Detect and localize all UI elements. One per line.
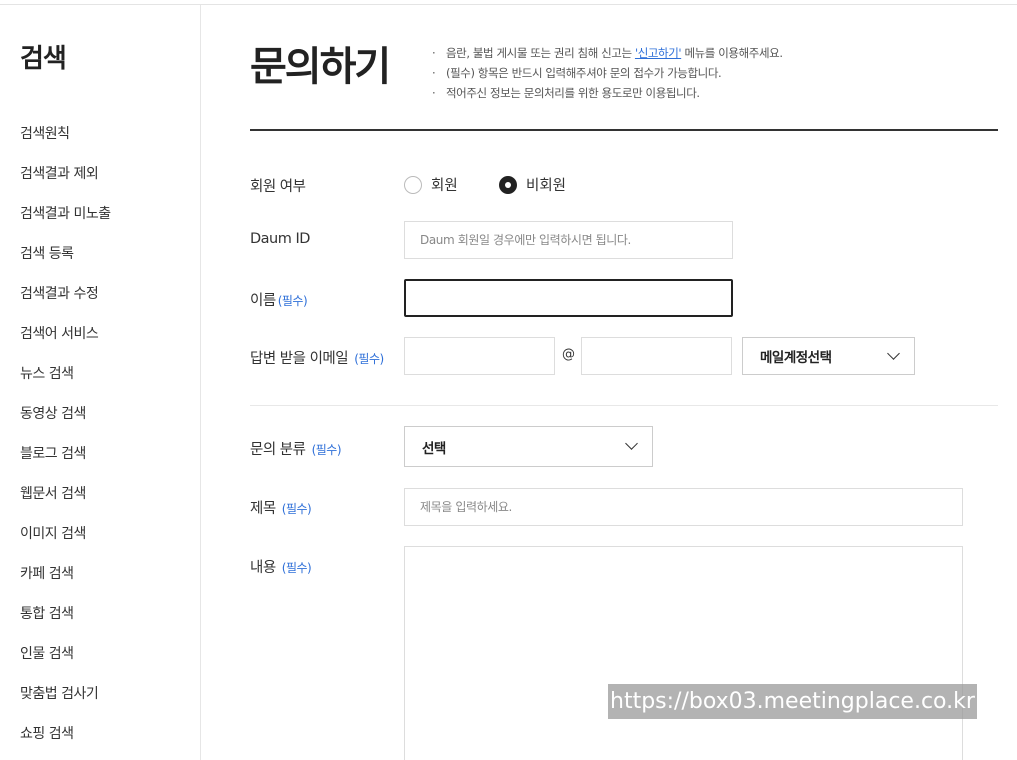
radio-circle-non-member[interactable] (499, 175, 517, 194)
notice-text: (필수) 항목은 반드시 입력해주셔야 문의 접수가 가능합니다. (446, 66, 722, 80)
sidebar-item[interactable]: 검색어 서비스 (20, 319, 111, 359)
category-select[interactable]: 선택 (404, 426, 653, 467)
notice-item: · (필수) 항목은 반드시 입력해주셔야 문의 접수가 가능합니다. (432, 66, 722, 80)
sidebar-item[interactable]: 검색 등록 (20, 239, 111, 279)
required-tag: (필수) (281, 502, 312, 516)
content-label-text: 내용 (250, 560, 276, 576)
email-local-input[interactable] (404, 337, 555, 375)
chevron-down-icon (625, 437, 638, 450)
sidebar-item[interactable]: 이미지 검색 (20, 519, 111, 559)
name-label: 이름 (필수) (250, 289, 308, 310)
required-tag: (필수) (277, 294, 308, 308)
notice-text: 메뉴를 이용해주세요. (681, 46, 783, 60)
notice-item: · 음란, 불법 게시물 또는 권리 침해 신고는 '신고하기' 메뉴를 이용해주… (432, 46, 783, 60)
category-label-text: 문의 분류 (250, 442, 306, 458)
notice-item: · 적어주신 정보는 문의처리를 위한 용도로만 이용됩니다. (432, 86, 700, 100)
email-domain-select-value: 메일계정선택 (760, 350, 832, 366)
notice-text: 적어주신 정보는 문의처리를 위한 용도로만 이용됩니다. (446, 86, 700, 100)
required-tag: (필수) (354, 352, 384, 366)
at-sign: @ (562, 347, 575, 362)
content-label: 내용 (필수) (250, 556, 312, 577)
report-link[interactable]: '신고하기' (635, 46, 682, 60)
email-domain-input[interactable] (581, 337, 732, 375)
daum-id-label: Daum ID (250, 231, 310, 247)
sidebar-item[interactable]: 쇼핑 검색 (20, 719, 111, 759)
email-domain-select[interactable]: 메일계정선택 (742, 337, 915, 375)
notice-text: 음란, 불법 게시물 또는 권리 침해 신고는 (446, 46, 635, 60)
subject-input[interactable] (404, 488, 963, 526)
required-tag: (필수) (281, 561, 312, 575)
section-divider (250, 405, 998, 406)
sidebar-item[interactable]: 맞춤법 검사기 (20, 679, 111, 719)
sidebar-item[interactable]: 동영상 검색 (20, 399, 111, 439)
sidebar-item[interactable]: 블로그 검색 (20, 439, 111, 479)
name-input[interactable] (404, 279, 733, 317)
subject-label: 제목 (필수) (250, 497, 312, 518)
sidebar-item[interactable]: 뉴스 검색 (20, 359, 111, 399)
sidebar-item[interactable]: 검색결과 수정 (20, 279, 111, 319)
header-divider (250, 129, 998, 131)
category-label: 문의 분류 (필수) (250, 438, 342, 459)
required-tag: (필수) (311, 443, 342, 457)
radio-non-member[interactable]: 비회원 (499, 174, 566, 195)
sidebar-title: 검색 (20, 44, 67, 74)
member-label: 회원 여부 (250, 175, 306, 196)
email-label: 답변 받을 이메일 (필수) (250, 347, 384, 368)
url-watermark: https://box03.meetingplace.co.kr (608, 684, 977, 719)
email-label-text: 답변 받을 이메일 (250, 351, 349, 367)
radio-circle-member[interactable] (404, 175, 422, 194)
sidebar-item[interactable]: 통합 검색 (20, 599, 111, 639)
chevron-down-icon (887, 346, 900, 360)
radio-member[interactable]: 회원 (404, 174, 458, 195)
daum-id-label-text: Daum ID (250, 231, 310, 247)
page-title: 문의하기 (250, 44, 391, 90)
notice-list: · 음란, 불법 게시물 또는 권리 침해 신고는 '신고하기' 메뉴를 이용해주… (432, 44, 783, 104)
sidebar-item[interactable]: 카페 검색 (20, 559, 111, 599)
sidebar-item[interactable]: 검색원칙 (20, 119, 111, 159)
sidebar-item[interactable]: 검색결과 제외 (20, 159, 111, 199)
radio-non-member-label: 비회원 (526, 178, 567, 194)
category-select-value: 선택 (422, 440, 446, 457)
content-textarea[interactable] (404, 546, 963, 760)
sidebar-menu: 검색원칙 검색결과 제외 검색결과 미노출 검색 등록 검색결과 수정 검색어 … (20, 119, 111, 759)
radio-member-label: 회원 (431, 178, 458, 194)
sidebar-item[interactable]: 웹문서 검색 (20, 479, 111, 519)
sidebar: 검색 검색원칙 검색결과 제외 검색결과 미노출 검색 등록 검색결과 수정 검… (0, 5, 201, 760)
sidebar-item[interactable]: 검색결과 미노출 (20, 199, 111, 239)
name-label-text: 이름 (250, 293, 276, 309)
daum-id-input[interactable] (404, 221, 733, 259)
sidebar-item[interactable]: 인물 검색 (20, 639, 111, 679)
subject-label-text: 제목 (250, 501, 276, 517)
member-label-text: 회원 여부 (250, 179, 306, 195)
